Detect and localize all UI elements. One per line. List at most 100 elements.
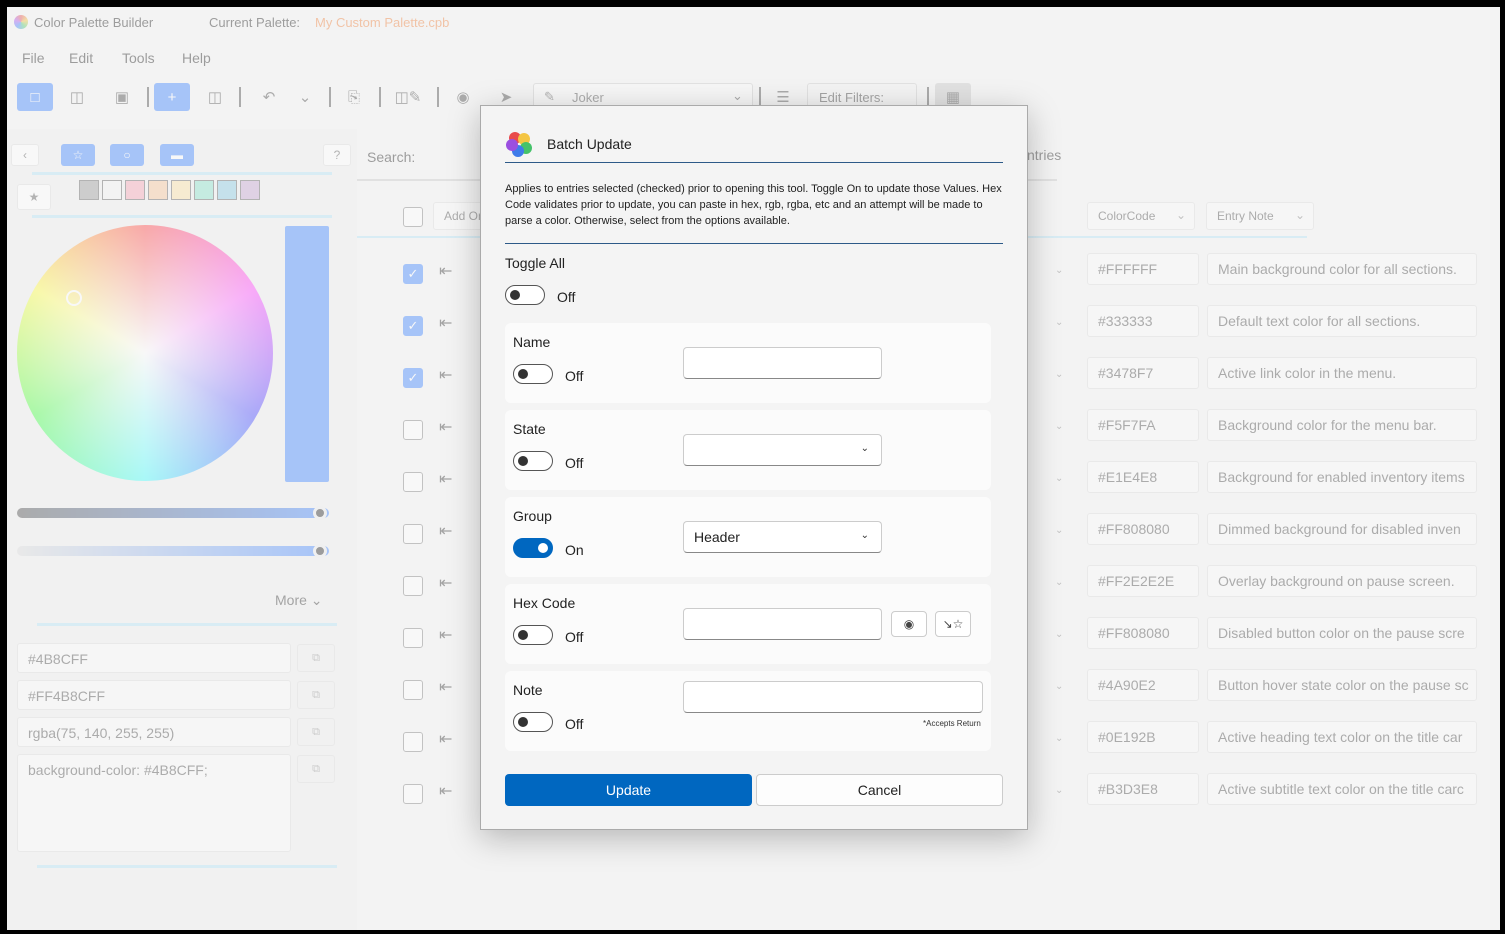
rgba-code-field[interactable]: rgba(75, 140, 255, 255) xyxy=(17,717,291,747)
row-entry-note[interactable]: Background color for the menu bar. xyxy=(1207,409,1477,441)
palette-swatch[interactable] xyxy=(240,180,260,200)
chevron-down-icon[interactable]: ⌄ xyxy=(1055,421,1063,432)
palette-swatch[interactable] xyxy=(194,180,214,200)
move-to-top-icon[interactable]: ⇤ xyxy=(439,365,465,389)
state-select[interactable]: ⌄ xyxy=(683,434,882,466)
state-toggle[interactable] xyxy=(513,451,553,471)
argb-code-field[interactable]: #FF4B8CFF xyxy=(17,680,291,710)
move-to-top-icon[interactable]: ⇤ xyxy=(439,729,465,753)
favorite-mode-button[interactable]: ☆ xyxy=(61,144,95,166)
row-checkbox[interactable]: ✓ xyxy=(403,368,423,388)
row-color-code[interactable]: #B3D3E8 xyxy=(1087,773,1199,805)
more-toggle[interactable]: More ⌄ xyxy=(275,592,323,609)
css-code-field[interactable]: background-color: #4B8CFF; xyxy=(17,754,291,852)
move-to-top-icon[interactable]: ⇤ xyxy=(439,521,465,545)
chevron-down-icon[interactable]: ⌄ xyxy=(1055,785,1063,796)
palette-button[interactable]: ◉ xyxy=(445,83,481,111)
brightness-slider[interactable] xyxy=(17,508,329,518)
row-entry-note[interactable]: Background for enabled inventory items xyxy=(1207,461,1477,493)
row-entry-note[interactable]: Active heading text color on the title c… xyxy=(1207,721,1477,753)
chevron-down-icon[interactable]: ⌄ xyxy=(1055,317,1063,328)
palette-swatch[interactable] xyxy=(102,180,122,200)
palette-swatch[interactable] xyxy=(79,180,99,200)
row-checkbox[interactable]: ✓ xyxy=(403,316,423,336)
note-toggle[interactable] xyxy=(513,712,553,732)
paste-button[interactable]: ⎘ xyxy=(336,83,372,111)
menu-edit[interactable]: Edit xyxy=(69,50,93,66)
brightness-slider-handle[interactable] xyxy=(313,506,327,520)
bar-mode-button[interactable]: ▬ xyxy=(160,144,194,166)
row-entry-note[interactable]: Button hover state color on the pause sc xyxy=(1207,669,1477,701)
copy-hex-button[interactable]: ⧉ xyxy=(297,644,335,672)
alpha-slider[interactable] xyxy=(17,546,329,556)
pick-color-button[interactable]: ↘☆ xyxy=(935,611,971,637)
chevron-down-icon[interactable]: ⌄ xyxy=(1055,525,1063,536)
palette-swatch[interactable] xyxy=(171,180,191,200)
palette-swatch[interactable] xyxy=(217,180,237,200)
hex-code-field[interactable]: #4B8CFF xyxy=(17,643,291,673)
row-color-code[interactable]: #0E192B xyxy=(1087,721,1199,753)
move-to-top-icon[interactable]: ⇤ xyxy=(439,781,465,805)
color-code-header[interactable]: ColorCode ⌄ xyxy=(1087,202,1195,230)
palette-swatch[interactable] xyxy=(148,180,168,200)
color-wheel[interactable] xyxy=(17,225,273,481)
row-checkbox[interactable] xyxy=(403,784,423,804)
row-color-code[interactable]: #4A90E2 xyxy=(1087,669,1199,701)
menu-help[interactable]: Help xyxy=(182,50,211,66)
favorites-button[interactable]: ★ xyxy=(17,184,51,210)
row-entry-note[interactable]: Main background color for all sections. xyxy=(1207,253,1477,285)
row-checkbox[interactable] xyxy=(403,576,423,596)
menu-tools[interactable]: Tools xyxy=(122,50,155,66)
row-entry-note[interactable]: Active link color in the menu. xyxy=(1207,357,1477,389)
row-checkbox[interactable] xyxy=(403,628,423,648)
circle-mode-button[interactable]: ○ xyxy=(110,144,144,166)
row-color-code[interactable]: #FF2E2E2E xyxy=(1087,565,1199,597)
row-entry-note[interactable]: Disabled button color on the pause scre xyxy=(1207,617,1477,649)
help-button[interactable]: ? xyxy=(323,144,351,166)
move-to-top-icon[interactable]: ⇤ xyxy=(439,469,465,493)
move-to-top-icon[interactable]: ⇤ xyxy=(439,573,465,597)
palette-swatch[interactable] xyxy=(125,180,145,200)
move-to-top-icon[interactable]: ⇤ xyxy=(439,261,465,285)
chevron-down-icon[interactable]: ⌄ xyxy=(1055,681,1063,692)
chevron-down-icon[interactable]: ⌄ xyxy=(1055,733,1063,744)
screen-picker-button[interactable]: ◫✎ xyxy=(387,83,429,111)
move-to-top-icon[interactable]: ⇤ xyxy=(439,313,465,337)
chevron-down-icon[interactable]: ⌄ xyxy=(1055,265,1063,276)
new-file-button[interactable]: □ xyxy=(17,83,53,111)
save-button[interactable]: ▣ xyxy=(104,83,140,111)
toggle-all-switch[interactable] xyxy=(505,285,545,305)
row-color-code[interactable]: #E1E4E8 xyxy=(1087,461,1199,493)
hex-code-input[interactable] xyxy=(683,608,882,640)
row-color-code[interactable]: #333333 xyxy=(1087,305,1199,337)
row-color-code[interactable]: #3478F7 xyxy=(1087,357,1199,389)
row-checkbox[interactable]: ✓ xyxy=(403,264,423,284)
row-color-code[interactable]: #FFFFFF xyxy=(1087,253,1199,285)
undo-dropdown-button[interactable]: ⌄ xyxy=(287,83,323,111)
entry-note-header[interactable]: Entry Note ⌄ xyxy=(1206,202,1314,230)
copy-css-button[interactable]: ⧉ xyxy=(297,755,335,783)
undo-button[interactable]: ↶ xyxy=(251,83,287,111)
note-input[interactable] xyxy=(683,681,983,713)
update-button[interactable]: Update xyxy=(505,774,752,806)
menu-file[interactable]: File xyxy=(22,50,45,66)
row-color-code[interactable]: #F5F7FA xyxy=(1087,409,1199,441)
row-checkbox[interactable] xyxy=(403,732,423,752)
row-color-code[interactable]: #FF808080 xyxy=(1087,617,1199,649)
copy-argb-button[interactable]: ⧉ xyxy=(297,681,335,709)
chevron-down-icon[interactable]: ⌄ xyxy=(1055,629,1063,640)
alpha-slider-handle[interactable] xyxy=(313,544,327,558)
name-input[interactable] xyxy=(683,347,882,379)
palette-picker-button[interactable]: ◉ xyxy=(891,611,927,637)
row-entry-note[interactable]: Default text color for all sections. xyxy=(1207,305,1477,337)
color-wheel-handle[interactable] xyxy=(66,290,82,306)
row-entry-note[interactable]: Dimmed background for disabled inven xyxy=(1207,513,1477,545)
row-color-code[interactable]: #FF808080 xyxy=(1087,513,1199,545)
name-toggle[interactable] xyxy=(513,364,553,384)
group-select[interactable]: Header ⌄ xyxy=(683,521,882,553)
hex-code-toggle[interactable] xyxy=(513,625,553,645)
row-checkbox[interactable] xyxy=(403,420,423,440)
move-to-top-icon[interactable]: ⇤ xyxy=(439,677,465,701)
select-all-checkbox[interactable] xyxy=(403,207,423,227)
cancel-button[interactable]: Cancel xyxy=(756,774,1003,806)
